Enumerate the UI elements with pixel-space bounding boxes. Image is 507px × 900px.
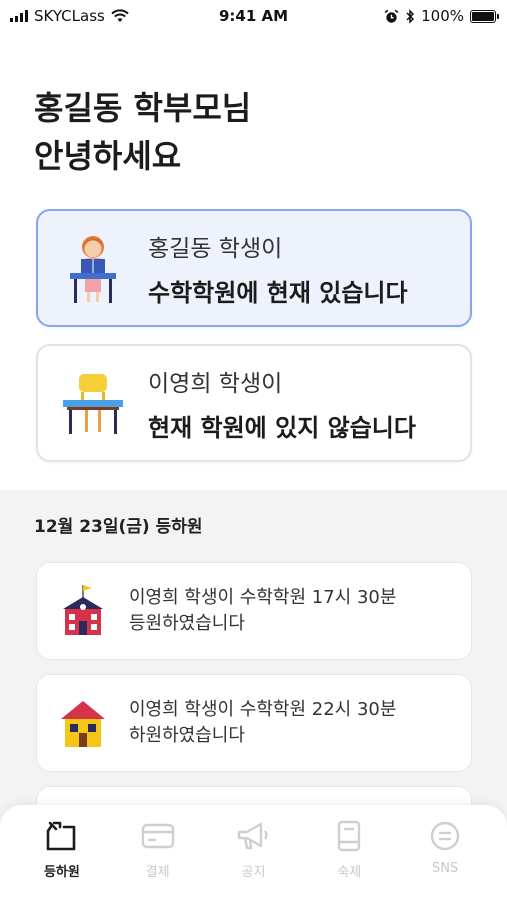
school-building-icon	[37, 583, 129, 639]
megaphone-icon	[238, 822, 269, 850]
student-status: 수학학원에 현재 있습니다	[148, 278, 408, 307]
nav-homework[interactable]: 숙제	[309, 819, 389, 900]
nav-sns[interactable]: SNS	[405, 819, 485, 900]
battery-icon	[470, 9, 499, 23]
student-name: 홍길동 학생이	[148, 235, 283, 262]
history-date-title: 12월 23일(금) 등하원	[34, 517, 203, 537]
greeting-line-1: 홍길동 학부모님	[34, 89, 252, 127]
nav-attendance[interactable]: 등하원	[22, 819, 102, 900]
history-item-line-1: 이영희 학생이 수학학원 17시 30분	[129, 587, 397, 608]
student-name: 이영희 학생이	[148, 370, 283, 397]
student-studying-icon	[38, 211, 148, 325]
alarm-icon	[384, 9, 399, 23]
history-item-text: 이영희 학생이 수학학원 22시 30분 하원하였습니다	[129, 697, 396, 749]
book-icon	[338, 820, 361, 852]
history-item[interactable]: 이영희 학생이 수학학원 17시 30분 등원하였습니다	[36, 562, 472, 660]
status-left: SKYCLass	[10, 7, 129, 25]
history-item-line-1: 이영희 학생이 수학학원 22시 30분	[129, 699, 397, 720]
history-item-text: 이영희 학생이 수학학원 17시 30분 등원하였습니다	[129, 585, 396, 637]
nav-payment[interactable]: 결제	[118, 819, 198, 900]
student-card-present[interactable]: 홍길동 학생이 수학학원에 현재 있습니다	[36, 209, 472, 327]
chat-icon	[430, 821, 460, 851]
status-time: 9:41 AM	[218, 7, 289, 25]
greeting: 홍길동 학부모님 안녕하세요	[34, 84, 251, 180]
battery-percent: 100%	[421, 7, 464, 25]
nav-label: 공지	[241, 865, 266, 880]
history-item-line-2: 등원하였습니다	[129, 613, 245, 634]
carrier-name: SKYCLass	[34, 7, 105, 25]
status-bar: SKYCLass 9:41 AM 100%	[0, 0, 507, 32]
nav-notice[interactable]: 공지	[213, 819, 293, 900]
signal-icon	[10, 10, 28, 22]
student-card-text: 이영희 학생이 현재 학원에 있지 않습니다	[148, 364, 416, 443]
wifi-icon	[111, 9, 129, 22]
student-card-text: 홍길동 학생이 수학학원에 현재 있습니다	[148, 229, 408, 308]
house-icon	[37, 695, 129, 751]
nav-label: 결제	[145, 865, 170, 880]
bottom-nav: 등하원 결제 공지 숙제 SNS	[0, 805, 507, 900]
bluetooth-icon	[406, 8, 415, 24]
history-item-line-2: 하원하였습니다	[129, 725, 245, 746]
card-icon	[141, 823, 174, 849]
nav-label: 등하원	[43, 865, 80, 880]
status-right: 100%	[384, 7, 499, 25]
attendance-icon	[46, 821, 76, 851]
student-card-absent[interactable]: 이영희 학생이 현재 학원에 있지 않습니다	[36, 344, 472, 462]
greeting-line-2: 안녕하세요	[34, 137, 182, 175]
student-status: 현재 학원에 있지 않습니다	[148, 413, 416, 442]
nav-label: SNS	[431, 861, 459, 876]
history-item[interactable]: 이영희 학생이 수학학원 22시 30분 하원하였습니다	[36, 674, 472, 772]
empty-desk-icon	[38, 346, 148, 460]
nav-label: 숙제	[337, 865, 362, 880]
